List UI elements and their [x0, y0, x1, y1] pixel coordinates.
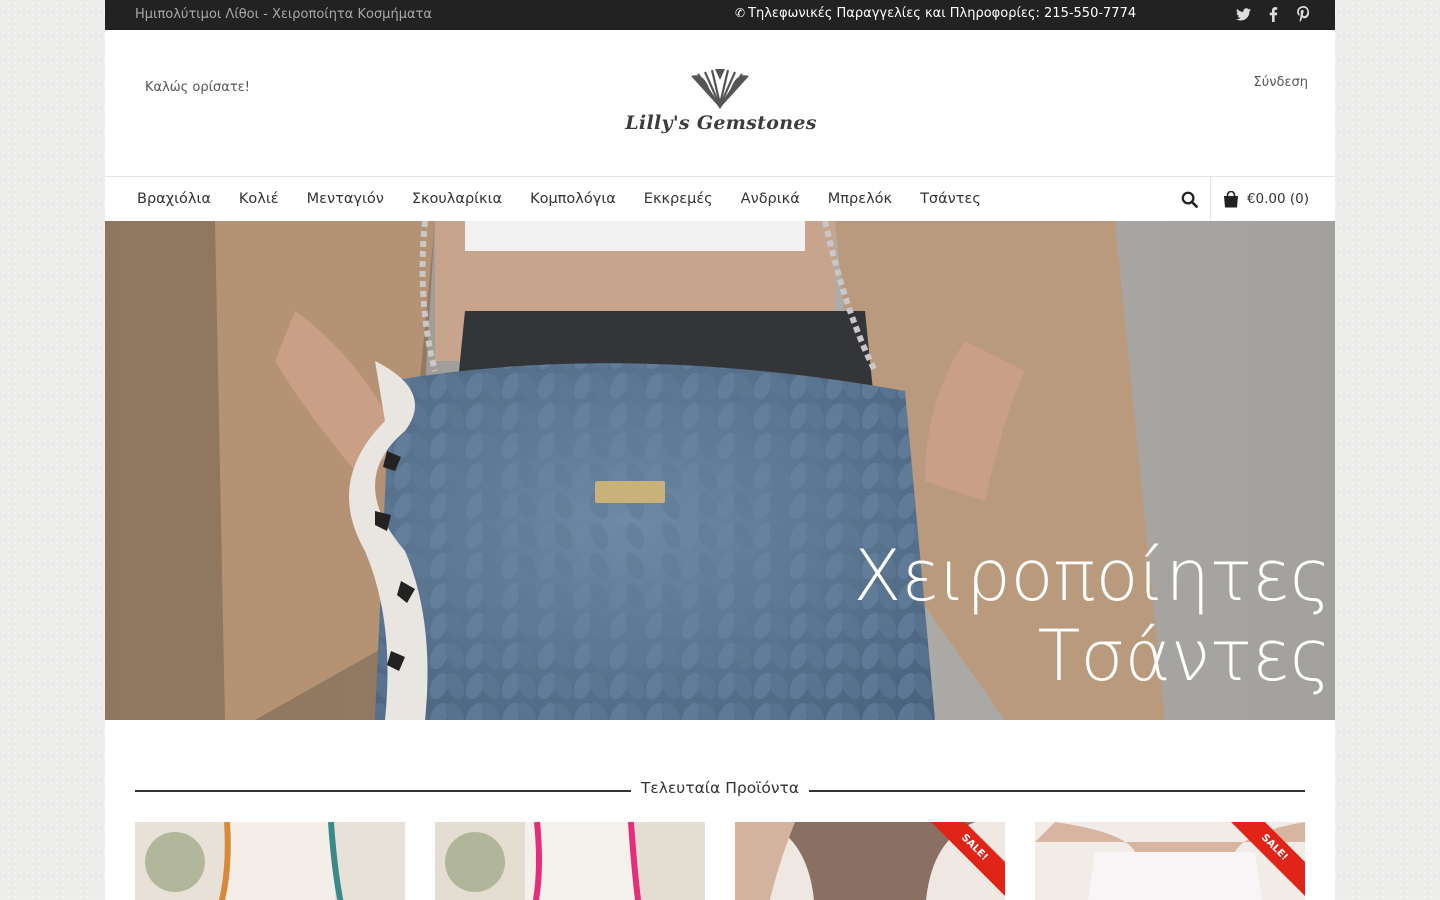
pinterest-icon[interactable] — [1295, 5, 1311, 23]
product-card[interactable] — [135, 822, 405, 900]
nav-right: €0.00 (0) — [1170, 177, 1335, 221]
nav-item-keychains[interactable]: Μπρελόκ — [814, 191, 906, 207]
facebook-icon[interactable] — [1265, 5, 1281, 23]
top-bar: Ημιπολύτιμοι Λίθοι - Χειροποίητα Κοσμήμα… — [105, 0, 1335, 30]
product-card[interactable]: SALE! — [735, 822, 1005, 900]
hero-caption-line1: Χειροποίητες — [853, 535, 1331, 617]
cart-summary: €0.00 (0) — [1246, 191, 1309, 207]
product-grid: SALE! SALE! — [135, 822, 1305, 900]
header: Καλώς ορίσατε! Lilly's Gemstones Σύνδεση — [105, 30, 1335, 177]
tagline: Ημιπολύτιμοι Λίθοι - Χειροποίητα Κοσμήμα… — [135, 7, 432, 22]
twitter-icon[interactable] — [1235, 5, 1251, 23]
nav-menu: Βραχιόλια Κολιέ Μενταγιόν Σκουλαρίκια Κο… — [123, 177, 995, 221]
phone-icon: ✆ — [735, 6, 746, 20]
nav-item-necklaces[interactable]: Κολιέ — [225, 191, 293, 207]
product-card[interactable]: SALE! — [1035, 822, 1305, 900]
section-title: Τελευταία Προϊόντα — [135, 779, 1305, 797]
product-image — [435, 822, 705, 900]
hero-banner[interactable]: Χειροποίητες Τσάντες — [105, 221, 1335, 720]
shopping-bag-icon — [1223, 190, 1238, 207]
product-card[interactable] — [435, 822, 705, 900]
main-nav: Βραχιόλια Κολιέ Μενταγιόν Σκουλαρίκια Κο… — [105, 177, 1335, 222]
diamond-logo-icon — [691, 69, 749, 109]
logo[interactable]: Lilly's Gemstones — [623, 66, 819, 146]
section-title-text: Τελευταία Προϊόντα — [630, 779, 810, 797]
phone-info: ✆ Τηλεφωνικές Παραγγελίες και Πληροφορίες… — [735, 6, 1136, 21]
nav-item-worry-beads[interactable]: Κομπολόγια — [516, 191, 630, 207]
welcome-text: Καλώς ορίσατε! — [145, 80, 250, 95]
product-image — [135, 822, 405, 900]
nav-item-pendulums[interactable]: Εκκρεμές — [630, 191, 727, 207]
nav-item-earrings[interactable]: Σκουλαρίκια — [398, 191, 516, 207]
latest-products-heading: Τελευταία Προϊόντα — [135, 778, 1305, 802]
social-links — [1235, 5, 1311, 23]
nav-item-pendants[interactable]: Μενταγιόν — [293, 191, 398, 207]
login-link[interactable]: Σύνδεση — [1254, 75, 1308, 90]
hero-caption: Χειροποίητες Τσάντες — [853, 536, 1331, 696]
nav-item-mens[interactable]: Ανδρικά — [727, 191, 814, 207]
nav-item-bags[interactable]: Τσάντες — [906, 191, 995, 207]
search-icon — [1182, 191, 1199, 208]
page: Ημιπολύτιμοι Λίθοι - Χειροποίητα Κοσμήμα… — [105, 0, 1335, 900]
logo-text: Lilly's Gemstones — [625, 112, 817, 134]
cart-button[interactable]: €0.00 (0) — [1209, 177, 1335, 221]
search-button[interactable] — [1170, 177, 1210, 221]
nav-item-bracelets[interactable]: Βραχιόλια — [123, 191, 225, 207]
hero-caption-line2: Τσάντες — [1037, 615, 1331, 697]
phone-text: Τηλεφωνικές Παραγγελίες και Πληροφορίες:… — [748, 6, 1137, 21]
